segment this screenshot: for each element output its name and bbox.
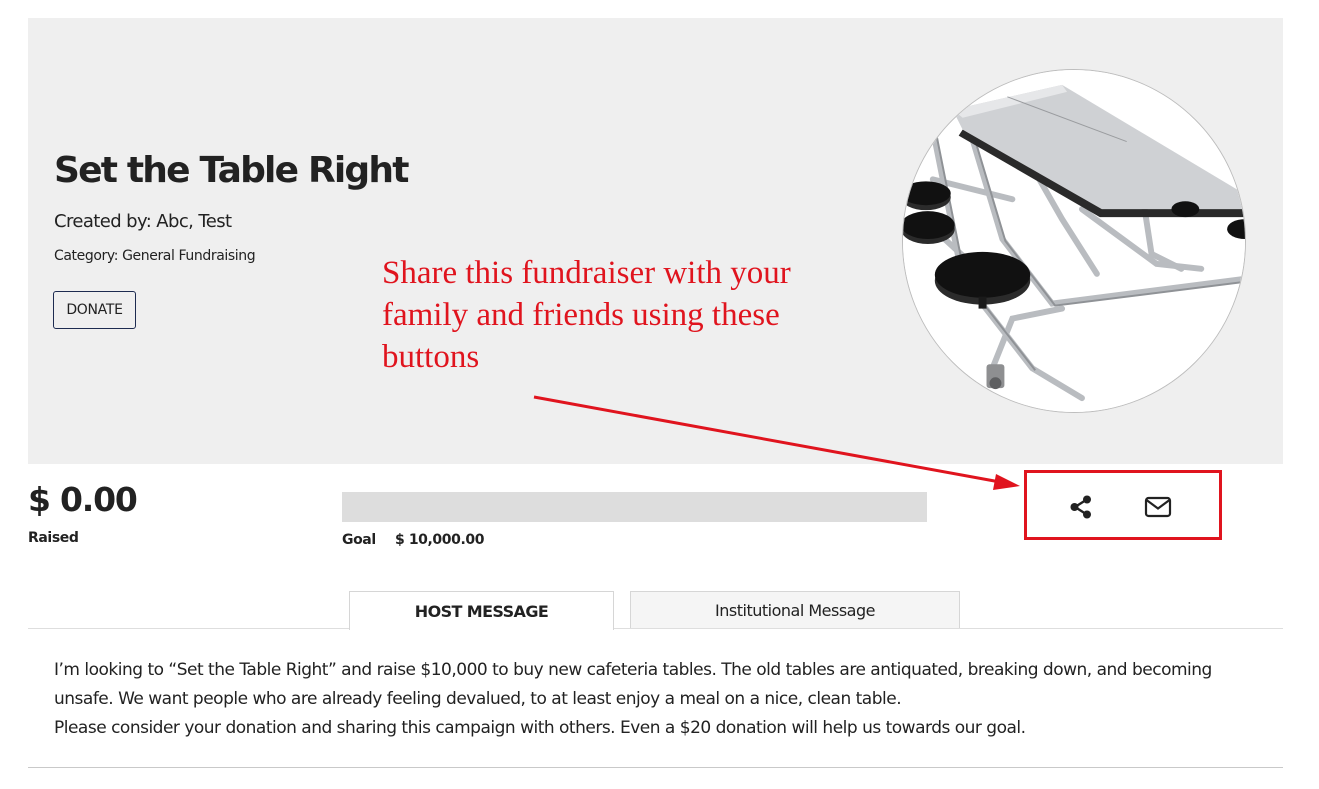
email-icon	[1144, 496, 1172, 518]
campaign-image	[902, 69, 1246, 413]
goal-label: Goal	[342, 532, 376, 548]
raised-amount: $ 0.00	[28, 480, 138, 519]
message-paragraph: I’m looking to “Set the Table Right” and…	[54, 660, 1212, 709]
goal-progress-bar	[342, 492, 927, 522]
share-icon	[1070, 495, 1091, 519]
tab-institutional-message[interactable]: Institutional Message	[630, 591, 960, 629]
content-divider	[28, 767, 1283, 768]
donate-button[interactable]: DONATE	[53, 291, 136, 329]
share-button[interactable]	[1066, 492, 1096, 522]
cafeteria-table-illustration	[903, 70, 1245, 412]
message-paragraph: Please consider your donation and sharin…	[54, 718, 1026, 738]
share-highlight-box	[1024, 470, 1222, 540]
tab-host-message[interactable]: HOST MESSAGE	[349, 591, 614, 630]
campaign-category: Category: General Fundraising	[54, 248, 256, 264]
share-annotation: Share this fundraiser with your family a…	[382, 255, 791, 375]
email-button[interactable]	[1143, 492, 1173, 522]
raised-label: Raised	[28, 530, 79, 546]
page-title: Set the Table Right	[54, 150, 409, 191]
host-message-body: I’m looking to “Set the Table Right” and…	[54, 656, 1254, 743]
created-by: Created by: Abc, Test	[54, 211, 232, 232]
tabs-divider	[28, 628, 1283, 629]
goal-value: $ 10,000.00	[395, 532, 485, 548]
